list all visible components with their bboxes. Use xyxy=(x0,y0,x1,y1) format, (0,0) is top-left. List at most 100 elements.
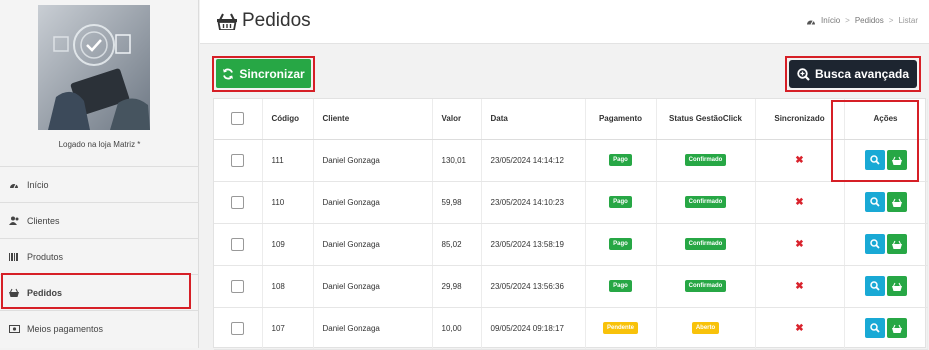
actions-cell xyxy=(844,223,928,266)
row-checkbox[interactable] xyxy=(231,279,245,293)
order-value: 85,02 xyxy=(432,223,482,266)
order-basket-button[interactable] xyxy=(886,192,907,212)
order-date: 23/05/2024 14:14:12 xyxy=(481,139,586,182)
sidebar-item-clientes[interactable]: Clientes xyxy=(0,202,199,238)
breadcrumb-item-pedidos[interactable]: Pedidos xyxy=(855,16,884,25)
dashboard-icon xyxy=(807,20,816,25)
order-basket-button[interactable] xyxy=(886,234,907,254)
order-date: 23/05/2024 14:10:23 xyxy=(481,181,586,224)
money-icon xyxy=(8,324,20,334)
synced-cell: ✖ xyxy=(755,181,845,224)
row-select-cell xyxy=(214,181,263,224)
highlight-box-pedidos xyxy=(1,273,191,309)
payment-badge: Pago xyxy=(609,196,632,208)
order-basket-button[interactable] xyxy=(886,318,907,338)
page-title-text: Pedidos xyxy=(242,10,311,31)
payment-cell: Pago xyxy=(585,181,657,224)
payment-badge: Pago xyxy=(609,280,632,292)
column-header: Cliente xyxy=(313,99,433,140)
sidebar-item-label: Meios pagamentos xyxy=(27,323,104,334)
status-badge: Confirmado xyxy=(684,238,727,250)
sidebar-item-meios-pagamentos[interactable]: Meios pagamentos xyxy=(0,310,199,346)
order-code: 107 xyxy=(262,307,314,350)
sidebar-item-produtos[interactable]: Produtos xyxy=(0,238,199,274)
order-date: 23/05/2024 13:58:19 xyxy=(481,223,586,266)
highlight-box-search xyxy=(785,56,921,92)
row-select-cell xyxy=(214,223,263,266)
breadcrumb-item-inicio[interactable]: Início xyxy=(821,16,840,25)
order-value: 59,98 xyxy=(432,181,482,224)
row-checkbox[interactable] xyxy=(231,195,245,209)
order-code: 109 xyxy=(262,223,314,266)
status-badge: Confirmado xyxy=(684,196,727,208)
breadcrumb-separator: > xyxy=(845,16,850,25)
breadcrumb-separator: > xyxy=(888,16,894,25)
synced-cell: ✖ xyxy=(755,265,845,308)
payment-badge: Pendente xyxy=(602,322,638,334)
view-order-button[interactable] xyxy=(864,192,885,212)
highlight-box-sync xyxy=(212,56,315,92)
basket-icon xyxy=(891,240,902,249)
status-badge: Confirmado xyxy=(684,280,727,292)
basket-icon xyxy=(891,324,902,333)
payment-cell: Pago xyxy=(585,223,657,266)
not-synced-icon: ✖ xyxy=(795,154,804,166)
logged-store-text: Logado na loja Matriz * xyxy=(58,140,141,149)
breadcrumb-item-listar: Listar xyxy=(898,16,918,25)
status-badge: Confirmado xyxy=(684,154,727,166)
search-icon xyxy=(869,239,880,249)
view-order-button[interactable] xyxy=(864,276,885,296)
order-value: 29,98 xyxy=(432,265,482,308)
not-synced-icon: ✖ xyxy=(795,322,804,334)
table-row: 109 Daniel Gonzaga 85,02 23/05/2024 13:5… xyxy=(214,223,928,266)
column-header: Data xyxy=(481,99,586,140)
page-header: Pedidos Início > Pedidos > Listar xyxy=(200,0,929,44)
view-order-button[interactable] xyxy=(864,318,885,338)
sidebar-item-inicio[interactable]: Início xyxy=(0,166,199,202)
select-all-checkbox[interactable] xyxy=(231,112,245,126)
view-order-button[interactable] xyxy=(864,234,885,254)
table-row: 110 Daniel Gonzaga 59,98 23/05/2024 14:1… xyxy=(214,181,928,224)
table-row: 107 Daniel Gonzaga 10,00 09/05/2024 09:1… xyxy=(214,307,928,350)
search-icon xyxy=(869,323,880,333)
order-date: 09/05/2024 09:18:17 xyxy=(481,307,586,350)
sidebar: Logado na loja Matriz * Início Clientes … xyxy=(0,0,199,348)
payment-badge: Pago xyxy=(609,154,632,166)
search-icon xyxy=(869,281,880,291)
order-basket-button[interactable] xyxy=(886,276,907,296)
dashboard-icon xyxy=(8,180,20,190)
table-row: 108 Daniel Gonzaga 29,98 23/05/2024 13:5… xyxy=(214,265,928,308)
row-select-cell xyxy=(214,265,263,308)
not-synced-icon: ✖ xyxy=(795,238,804,250)
status-badge: Aberto xyxy=(691,322,720,334)
basket-icon xyxy=(891,198,902,207)
row-checkbox[interactable] xyxy=(231,321,245,335)
status-cell: Confirmado xyxy=(656,265,756,308)
sidebar-item-label: Produtos xyxy=(27,251,64,262)
row-checkbox[interactable] xyxy=(231,237,245,251)
column-header: Valor xyxy=(432,99,482,140)
order-code: 110 xyxy=(262,181,314,224)
actions-cell xyxy=(844,307,928,350)
order-value: 130,01 xyxy=(432,139,482,182)
column-header: Pagamento xyxy=(585,99,657,140)
profile-image xyxy=(38,5,150,130)
row-select-cell xyxy=(214,139,263,182)
order-code: 108 xyxy=(262,265,314,308)
page-title: Pedidos xyxy=(217,10,311,32)
sidebar-item-label: Clientes xyxy=(27,215,60,226)
order-client: Daniel Gonzaga xyxy=(313,181,433,224)
column-header: Status GestãoClick xyxy=(656,99,756,140)
payment-badge: Pago xyxy=(609,238,632,250)
basket-icon xyxy=(217,13,237,30)
not-synced-icon: ✖ xyxy=(795,196,804,208)
status-cell: Confirmado xyxy=(656,139,756,182)
row-checkbox[interactable] xyxy=(231,153,245,167)
status-cell: Confirmado xyxy=(656,181,756,224)
payment-cell: Pago xyxy=(585,139,657,182)
actions-cell xyxy=(844,265,928,308)
table-header-row: Código Cliente Valor Data Pagamento Stat… xyxy=(214,99,928,140)
highlight-box-actions xyxy=(831,100,919,182)
order-client: Daniel Gonzaga xyxy=(313,223,433,266)
not-synced-icon: ✖ xyxy=(795,280,804,292)
